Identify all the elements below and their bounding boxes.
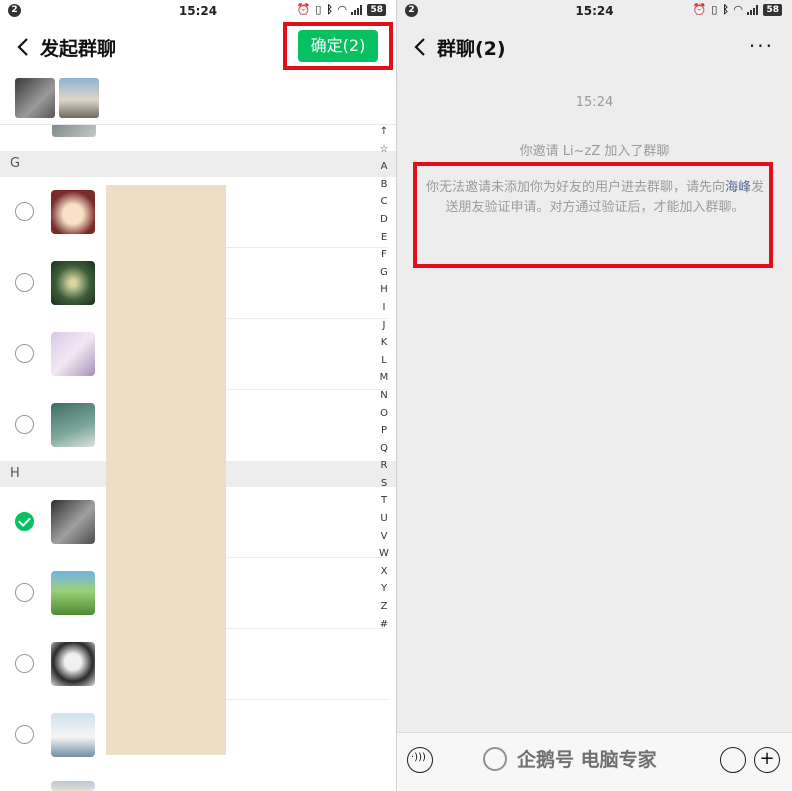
privacy-mask	[106, 185, 226, 755]
index-letter[interactable]: B	[376, 179, 392, 197]
index-letter[interactable]: Z	[376, 601, 392, 619]
index-letter[interactable]: A	[376, 161, 392, 179]
index-letter[interactable]: I	[376, 302, 392, 320]
index-letter[interactable]: D	[376, 214, 392, 232]
index-letter[interactable]: Y	[376, 583, 392, 601]
index-letter[interactable]: L	[376, 355, 392, 373]
message-timestamp: 15:24	[575, 95, 614, 110]
avatar	[51, 403, 95, 447]
select-radio[interactable]	[15, 202, 34, 221]
index-letter[interactable]: J	[376, 320, 392, 338]
index-letter[interactable]: K	[376, 337, 392, 355]
voice-input-icon[interactable]	[407, 747, 433, 773]
index-letter[interactable]: #	[376, 619, 392, 637]
index-letter[interactable]: P	[376, 425, 392, 443]
index-letter[interactable]: G	[376, 267, 392, 285]
avatar	[51, 500, 95, 544]
system-message: 你邀请 Li~zZ 加入了群聊	[519, 144, 670, 159]
avatar	[51, 713, 95, 757]
status-icons: ⏰ ▯ ᛒ ◠ 58	[297, 3, 386, 16]
status-icons: ⏰ ▯ ᛒ ◠ 58	[693, 3, 782, 16]
avatar	[51, 781, 95, 791]
bluetooth-icon: ᛒ	[722, 3, 729, 16]
chat-input-bar: 企鹅号 电脑专家 +	[397, 732, 792, 791]
index-letter[interactable]: U	[376, 513, 392, 531]
index-letter[interactable]: W	[376, 548, 392, 566]
avatar	[51, 261, 95, 305]
plus-icon[interactable]: +	[754, 747, 780, 773]
index-letter[interactable]: ☆	[376, 144, 392, 162]
index-letter[interactable]: F	[376, 249, 392, 267]
alphabet-index-bar[interactable]: ↑ ☆ A B C D E F G H I J K L M N O P Q R S T U V W X Y Z #	[376, 126, 392, 636]
index-letter[interactable]: S	[376, 478, 392, 496]
select-radio[interactable]	[15, 273, 34, 292]
watermark-logo-icon	[483, 747, 507, 771]
avatar	[51, 332, 95, 376]
status-bar: 2 15:24 ⏰ ▯ ᛒ ◠ 58	[0, 0, 396, 22]
nav-bar: 群聊(2) ···	[397, 22, 792, 72]
index-letter[interactable]: E	[376, 232, 392, 250]
highlight-box	[283, 22, 393, 70]
back-arrow-icon[interactable]	[411, 36, 431, 58]
wifi-icon: ◠	[338, 3, 347, 16]
page-title: 发起群聊	[40, 38, 117, 60]
index-letter[interactable]: M	[376, 372, 392, 390]
nav-bar: 发起群聊 确定(2)	[0, 22, 396, 72]
highlight-box	[413, 162, 773, 268]
vibrate-icon: ▯	[315, 3, 322, 16]
create-group-screen: 2 15:24 ⏰ ▯ ᛒ ◠ 58 发起群聊 确定(2) G H ↑ ☆ A …	[0, 0, 396, 791]
select-radio[interactable]	[15, 654, 34, 673]
index-letter[interactable]: R	[376, 460, 392, 478]
back-arrow-icon[interactable]	[14, 36, 34, 58]
contact-row[interactable]	[0, 771, 396, 791]
index-letter[interactable]: C	[376, 196, 392, 214]
signal-icon	[747, 4, 759, 15]
status-bar: 2 15:24 ⏰ ▯ ᛒ ◠ 58	[397, 0, 792, 22]
select-radio[interactable]	[15, 415, 34, 434]
battery-indicator: 58	[763, 3, 782, 16]
select-radio[interactable]	[15, 344, 34, 363]
group-chat-screen: 2 15:24 ⏰ ▯ ᛒ ◠ 58 群聊(2) ··· 15:24 你邀请 L…	[397, 0, 792, 791]
index-letter[interactable]: ↑	[376, 126, 392, 144]
selected-avatar[interactable]	[15, 78, 55, 118]
select-radio[interactable]	[15, 583, 34, 602]
avatar	[51, 571, 95, 615]
select-radio-checked[interactable]	[15, 512, 34, 531]
index-letter[interactable]: V	[376, 531, 392, 549]
chat-title: 群聊(2)	[437, 38, 506, 60]
index-letter[interactable]: H	[376, 284, 392, 302]
emoji-icon[interactable]	[720, 747, 746, 773]
avatar	[52, 125, 96, 137]
vibrate-icon: ▯	[711, 3, 718, 16]
watermark-text: 企鹅号 电脑专家	[517, 749, 657, 771]
selected-avatar[interactable]	[59, 78, 99, 118]
alarm-icon: ⏰	[692, 3, 707, 16]
index-letter[interactable]: Q	[376, 443, 392, 461]
select-radio[interactable]	[15, 725, 34, 744]
index-letter[interactable]: O	[376, 408, 392, 426]
signal-icon	[351, 4, 363, 15]
bluetooth-icon: ᛒ	[326, 3, 333, 16]
index-letter[interactable]: N	[376, 390, 392, 408]
avatar	[51, 190, 95, 234]
selected-members-strip	[0, 72, 396, 125]
index-letter[interactable]: T	[376, 495, 392, 513]
index-letter[interactable]: X	[376, 566, 392, 584]
section-header-g: G	[0, 151, 396, 177]
avatar	[51, 642, 95, 686]
wifi-icon: ◠	[734, 3, 743, 16]
alarm-icon: ⏰	[296, 3, 311, 16]
more-options-icon[interactable]: ···	[749, 34, 774, 58]
battery-indicator: 58	[367, 3, 386, 16]
